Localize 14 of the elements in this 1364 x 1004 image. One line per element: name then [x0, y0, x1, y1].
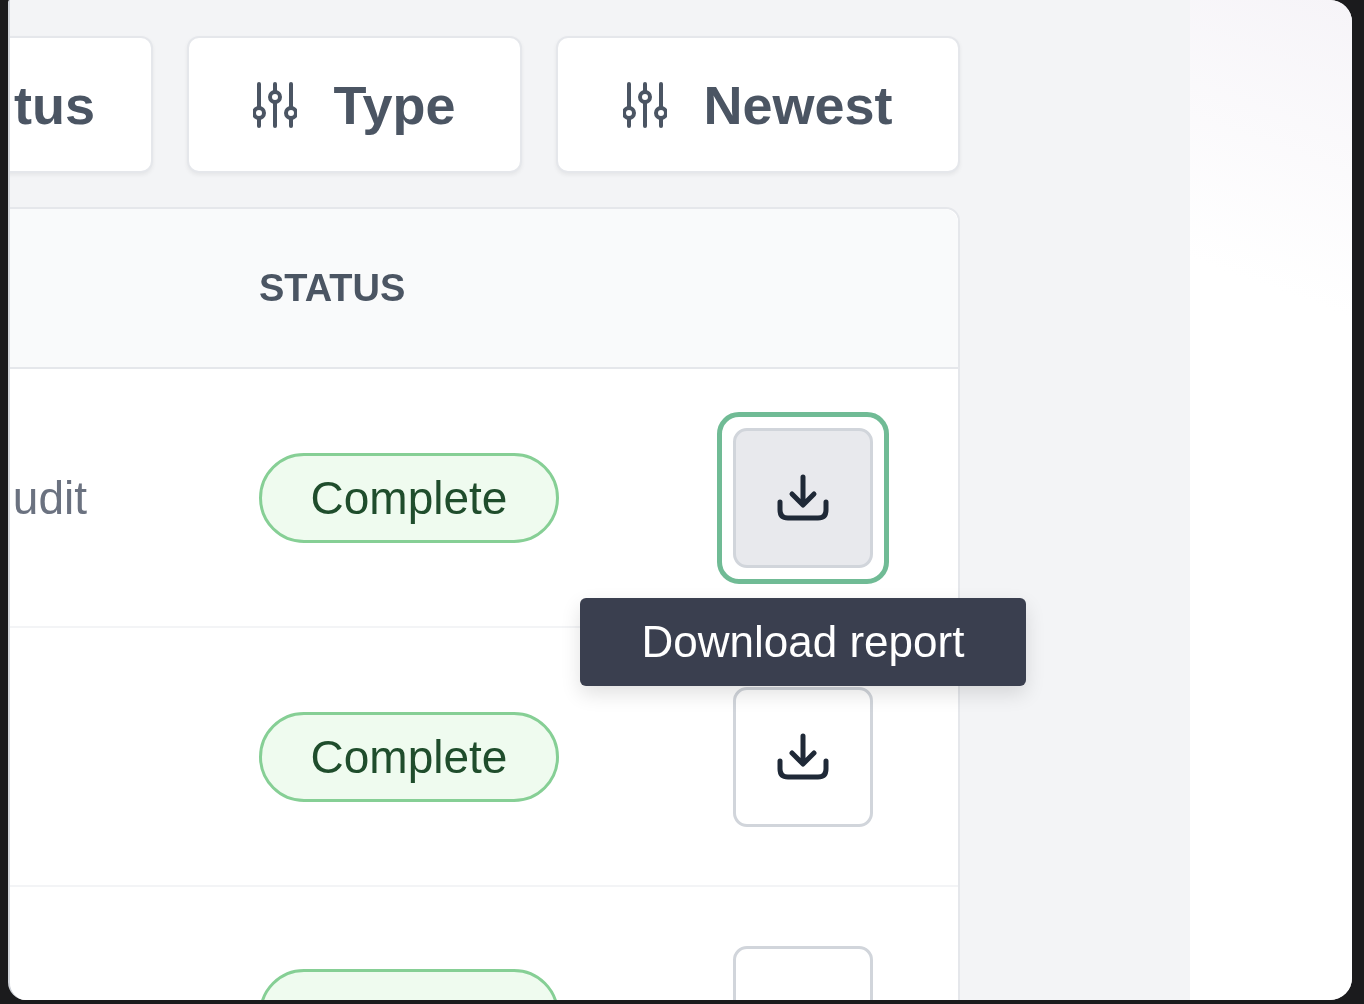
- status-badge: Complete: [259, 452, 559, 543]
- table-cell: udit: [12, 471, 87, 524]
- download-icon: [775, 732, 831, 781]
- tooltip: Download report: [580, 597, 1026, 686]
- filter-button[interactable]: Newest: [556, 36, 960, 173]
- download-button[interactable]: [733, 427, 873, 568]
- filter-button[interactable]: tus: [10, 36, 153, 173]
- column-header: STATUS: [259, 266, 407, 310]
- sliders-icon: [253, 80, 298, 129]
- status-badge: Complete: [259, 711, 559, 802]
- sliders-icon: [623, 80, 668, 129]
- filter-button[interactable]: Type: [187, 36, 522, 173]
- download-button[interactable]: [733, 686, 873, 827]
- download-icon: [775, 473, 831, 522]
